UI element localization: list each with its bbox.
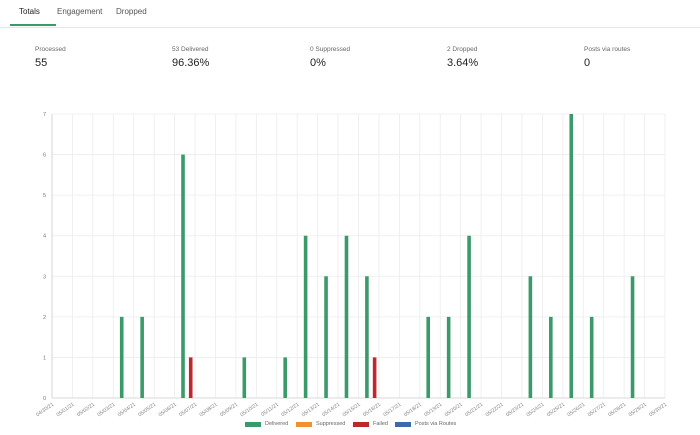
legend-item-suppressed[interactable]: Suppressed [296,420,345,428]
x-tick-label: 05/10/21 [239,402,259,419]
legend-item-posts-via-routes[interactable]: Posts via Routes [395,420,456,428]
chart-legend: Delivered Suppressed Failed Posts via Route… [0,420,700,430]
x-tick-label: 05/19/21 [423,402,443,419]
y-tick-label: 0 [43,396,46,402]
x-tick-label: 05/18/21 [403,402,423,419]
legend-item-delivered[interactable]: Delivered [245,420,288,428]
bar-delivered [344,235,349,398]
stat-processed: Processed 55 [35,46,66,69]
x-tick-label: 05/22/21 [485,402,505,419]
bar-delivered [549,316,553,398]
y-tick-label: 2 [43,315,46,321]
y-tick-label: 6 [43,153,46,159]
legend-label: Failed [373,421,388,427]
x-tick-label: 05/25/21 [546,402,566,419]
x-tick-label: 05/04/21 [117,402,137,419]
bar-delivered [569,114,574,398]
stats-summary: Processed 55 53 Delivered 96.36% 0 Suppr… [0,46,700,76]
bar-delivered [589,316,594,398]
stat-dropped: 2 Dropped 3.64% [447,46,478,69]
active-tab-indicator [10,24,56,26]
x-tick-label: 05/23/21 [505,402,525,419]
x-tick-label: 05/14/21 [321,402,341,419]
stat-value: 0% [310,57,326,69]
stat-label: Posts via routes [584,46,631,53]
x-tick-label: 05/30/21 [648,402,668,419]
bar-delivered [283,357,287,398]
bar-delivered [242,357,247,398]
stat-value: 96.36% [172,57,210,69]
x-tick-label: 05/20/21 [444,402,464,419]
x-tick-label: 05/28/21 [607,402,627,419]
legend-swatch [353,421,369,427]
x-tick-label: 05/03/21 [96,402,116,419]
bar-delivered [528,276,533,398]
legend-swatch [245,421,261,427]
bar-delivered [630,276,635,398]
stat-label: 2 Dropped [447,46,478,53]
stat-value: 0 [584,57,591,69]
tab-bar: Totals Engagement Dropped [0,0,700,28]
x-tick-label: 05/02/21 [76,402,96,419]
x-tick-label: 05/06/21 [158,402,178,419]
stat-suppressed: 0 Suppressed 0% [310,46,350,69]
daily-status-bar-chart: 0 1 2 3 4 5 6 7 04/30/21 05/01/21 05/02/21 05/03/21… [35,112,668,419]
y-tick-label: 7 [43,112,46,118]
x-tick-label: 05/12/21 [280,402,300,419]
tab-totals[interactable]: Totals [19,0,40,26]
stat-label: Processed [35,46,66,53]
bar-delivered [467,235,471,398]
tab-dropped[interactable]: Dropped [116,0,147,26]
tab-engagement[interactable]: Engagement [57,0,102,26]
x-tick-label: 05/16/21 [362,402,382,419]
legend-swatch [395,421,411,427]
bar-delivered [446,316,451,398]
bar-delivered [303,235,308,398]
bar-failed [188,357,193,398]
x-tick-label: 05/09/21 [219,402,239,419]
legend-label: Posts via Routes [415,421,457,427]
x-tick-label: 05/26/21 [566,402,586,419]
y-tick-label: 4 [43,234,46,240]
stat-value: 3.64% [447,57,479,69]
bar-delivered [324,276,328,398]
x-tick-label: 05/15/21 [342,402,362,419]
legend-swatch [296,421,312,427]
bar-delivered [365,276,369,398]
bar-failed [372,357,377,398]
x-tick-label: 05/07/21 [178,402,198,419]
bar-delivered [140,316,144,398]
y-tick-label: 3 [43,274,46,280]
stat-posts-via-routes: Posts via routes 0 [584,46,630,69]
x-tick-label: 05/29/21 [628,402,648,419]
x-tick-label: 05/13/21 [301,402,321,419]
bar-delivered [426,316,431,398]
x-tick-label: 05/24/21 [526,402,546,419]
legend-item-failed[interactable]: Failed [353,420,388,428]
y-tick-label: 1 [43,355,46,361]
bar-delivered [181,154,185,398]
x-tick-label: 04/30/21 [35,402,55,419]
x-tick-label: 05/08/21 [199,402,219,419]
x-tick-label: 05/17/21 [383,402,403,419]
stat-delivered: 53 Delivered 96.36% [172,46,209,69]
legend-label: Delivered [265,421,289,427]
x-tick-label: 05/27/21 [587,402,607,419]
x-tick-label: 05/01/21 [56,402,76,419]
y-tick-label: 5 [43,193,46,199]
x-tick-label: 05/21/21 [464,402,484,419]
bar-delivered [119,316,124,398]
stat-label: 0 Suppressed [310,46,351,53]
legend-label: Suppressed [316,421,346,427]
stat-value: 55 [35,57,48,69]
x-tick-label: 05/11/21 [260,402,280,418]
x-tick-label: 05/05/21 [137,402,157,419]
stat-label: 53 Delivered [172,46,209,53]
